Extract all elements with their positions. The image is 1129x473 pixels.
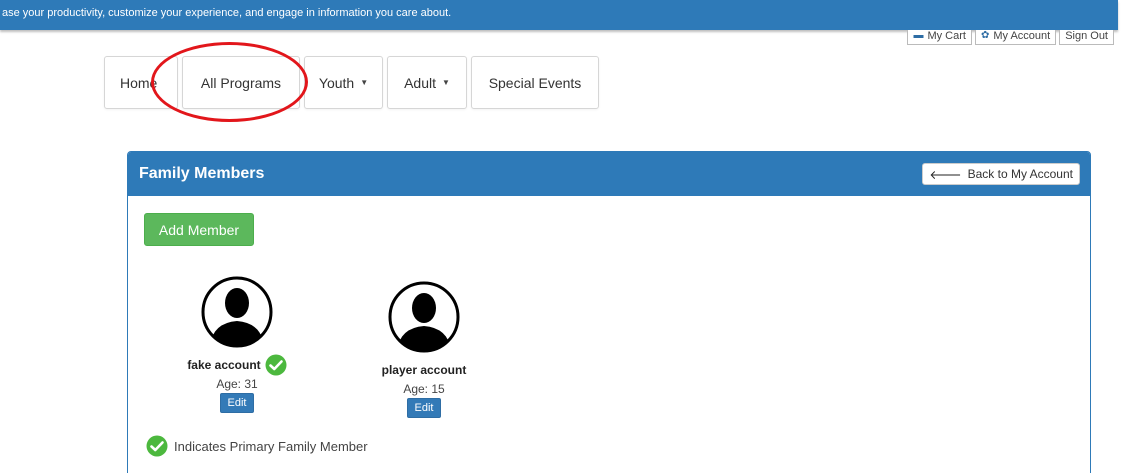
- arrow-left-icon: 🡐: [929, 167, 962, 182]
- check-circle-icon: [265, 354, 287, 376]
- cart-icon: ▬: [913, 30, 924, 41]
- nav-all-programs[interactable]: All Programs: [182, 56, 300, 109]
- member-age: Age: 31: [216, 377, 258, 391]
- member-card: fake account Age: 31 Edit: [162, 275, 312, 413]
- my-account-button[interactable]: ✿ My Account: [974, 30, 1057, 45]
- nav-youth[interactable]: Youth ▼: [304, 56, 383, 109]
- nav-youth-label: Youth: [318, 74, 355, 91]
- legend-text: Indicates Primary Family Member: [174, 438, 368, 454]
- gear-icon: ✿: [980, 30, 990, 41]
- caret-down-icon: ▼: [360, 78, 369, 87]
- my-account-label: My Account: [993, 30, 1051, 42]
- member-name: player account: [381, 363, 467, 377]
- account-bar: ▬ My Cart ✿ My Account Sign Out: [907, 30, 1114, 45]
- member-name-row: fake account: [162, 353, 312, 377]
- nav-special-events-label: Special Events: [488, 74, 582, 91]
- edit-member-button[interactable]: Edit: [407, 398, 441, 418]
- banner-text: ase your productivity, customize your ex…: [2, 7, 452, 19]
- back-to-account-button[interactable]: 🡐 Back to My Account: [922, 163, 1080, 185]
- add-member-button[interactable]: Add Member: [144, 213, 254, 246]
- edit-member-button[interactable]: Edit: [220, 393, 254, 413]
- member-name-row: player account: [349, 358, 499, 382]
- member-age: Age: 15: [403, 382, 445, 396]
- sign-out-button[interactable]: Sign Out: [1059, 30, 1114, 45]
- nav-special-events[interactable]: Special Events: [471, 56, 599, 109]
- user-silhouette-icon: [201, 276, 273, 348]
- family-members-panel: Family Members 🡐 Back to My Account Add …: [127, 151, 1091, 473]
- top-banner: ase your productivity, customize your ex…: [0, 0, 1118, 30]
- back-to-account-label: Back to My Account: [967, 167, 1073, 181]
- primary-member-legend: Indicates Primary Family Member: [146, 435, 368, 457]
- check-circle-icon: [146, 435, 168, 457]
- nav-home[interactable]: Home: [104, 56, 178, 109]
- my-cart-label: My Cart: [927, 30, 966, 42]
- caret-down-icon: ▼: [442, 78, 450, 87]
- member-name: fake account: [187, 358, 261, 372]
- main-nav: Home All Programs Youth ▼ Adult ▼ Specia…: [104, 56, 599, 109]
- my-cart-button[interactable]: ▬ My Cart: [907, 30, 972, 45]
- panel-title: Family Members: [139, 165, 265, 182]
- nav-home-label: Home: [120, 74, 158, 91]
- user-silhouette-icon: [388, 281, 460, 353]
- member-card: player account Age: 15 Edit: [349, 280, 499, 418]
- add-member-label: Add Member: [158, 221, 240, 238]
- nav-adult-label: Adult: [404, 74, 436, 91]
- panel-header: Family Members 🡐 Back to My Account: [128, 152, 1090, 196]
- sign-out-label: Sign Out: [1065, 30, 1108, 42]
- nav-all-programs-label: All Programs: [200, 74, 282, 91]
- nav-adult[interactable]: Adult ▼: [387, 56, 467, 109]
